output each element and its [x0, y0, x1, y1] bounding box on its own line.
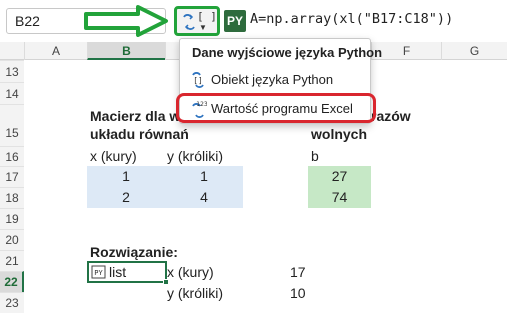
formula-input[interactable]: A=np.array(xl("B17:C18")) [250, 11, 453, 27]
result-row-label: y (króliki) [167, 285, 223, 301]
result-row-value[interactable]: 17 [290, 264, 306, 280]
vector-cell[interactable]: 74 [308, 189, 371, 205]
annotation-highlight [176, 93, 376, 123]
heading-text: wolnych [311, 126, 368, 142]
python-output-type-button[interactable]: [ ] ▼ [174, 6, 220, 36]
row-header[interactable]: 17 [0, 166, 24, 187]
column-header[interactable]: G [441, 42, 507, 60]
column-header[interactable]: A [24, 42, 87, 60]
matrix-cell[interactable]: 4 [165, 189, 243, 205]
row-header[interactable]: 16 [0, 146, 24, 166]
row-header[interactable]: 14 [0, 82, 24, 104]
row-header[interactable]: 21 [0, 250, 24, 271]
row-header[interactable]: 18 [0, 187, 24, 208]
row-header-selected[interactable]: 22 [0, 271, 24, 292]
matrix-cell[interactable]: 1 [87, 168, 165, 184]
matrix-cell[interactable]: 2 [87, 189, 165, 205]
row-header[interactable]: 15 [0, 104, 24, 146]
active-cell[interactable]: PY list [87, 261, 169, 285]
python-object-icon [183, 14, 195, 30]
menu-item-label: Obiekt języka Python [211, 72, 334, 87]
heading-text: układu równań [90, 126, 189, 142]
solution-label: Rozwiązanie: [90, 244, 178, 260]
svg-text:PY: PY [94, 269, 103, 277]
python-badge: PY [224, 10, 246, 32]
column-label-b: b [311, 148, 319, 164]
dropdown-title: Dane wyjściowe języka Python [192, 45, 383, 60]
svg-text:[]: [] [193, 76, 203, 85]
matrix-cell[interactable]: 1 [165, 168, 243, 184]
python-type-label: [ ] [197, 10, 217, 23]
row-header[interactable]: 23 [0, 292, 24, 313]
python-object-icon: [] [191, 71, 205, 92]
result-row-value[interactable]: 10 [290, 285, 306, 301]
annotation-arrow-icon [84, 5, 168, 37]
row-header[interactable]: 13 [0, 60, 24, 82]
row-header[interactable]: 20 [0, 229, 24, 250]
formula-bar: B22 ▼ [ ] ▼ PY A=np.array(xl("B17:C18")) [0, 0, 507, 42]
chevron-down-icon: ▼ [199, 23, 207, 32]
result-value: list [109, 264, 127, 280]
row-header[interactable]: 19 [0, 208, 24, 229]
heading-text: razów [371, 108, 411, 124]
name-box-value: B22 [15, 13, 40, 29]
column-label-y: y (króliki) [167, 148, 223, 164]
heading-text: Macierz dla w [90, 108, 181, 124]
column-label-x: x (kury) [90, 148, 137, 164]
python-list-icon[interactable]: PY [91, 265, 106, 282]
menu-item-python-object[interactable]: [] Obiekt języka Python [181, 68, 369, 92]
vector-cell[interactable]: 27 [308, 168, 371, 184]
result-row-label: x (kury) [167, 264, 214, 280]
column-header-selected[interactable]: B [87, 42, 165, 60]
